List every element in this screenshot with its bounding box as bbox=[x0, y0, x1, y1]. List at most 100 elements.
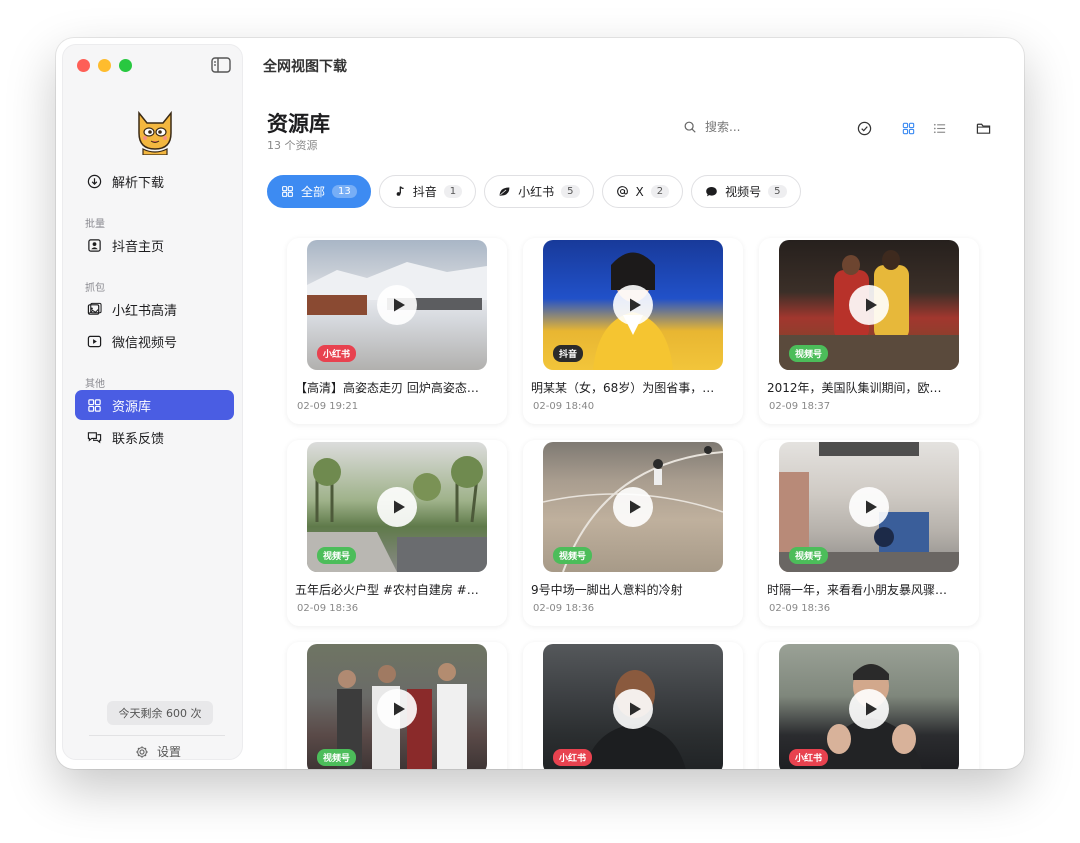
filter-label: 全部 bbox=[301, 185, 326, 199]
play-icon bbox=[865, 500, 877, 514]
filter-count: 13 bbox=[332, 185, 357, 198]
resource-card[interactable]: 视频号 2012年，美国队集训期间，欧文和… 02-09 18:37 bbox=[759, 238, 979, 424]
play-rectangle-icon bbox=[87, 335, 102, 347]
nav-douyin-home[interactable]: 抖音主页 bbox=[75, 230, 234, 260]
platform-badge: 视频号 bbox=[317, 547, 357, 564]
nav-label: 联系反馈 bbox=[112, 431, 165, 447]
play-button[interactable] bbox=[377, 285, 417, 325]
cat-logo-icon bbox=[135, 109, 175, 156]
zoom-window-button[interactable] bbox=[119, 59, 132, 72]
grid-icon bbox=[282, 186, 293, 197]
video-thumbnail: 小红书 bbox=[543, 644, 723, 769]
card-title: 【高清】高姿态走刃 回炉高姿态改顶胯 bbox=[295, 381, 479, 395]
resource-card[interactable]: 抖音 明某某（女，68岁）为图省事，从… 02-09 18:40 bbox=[523, 238, 743, 424]
section-capture-label: 抓包 bbox=[85, 283, 105, 294]
settings-label: 设置 bbox=[157, 745, 182, 759]
nav-feedback[interactable]: 联系反馈 bbox=[75, 422, 234, 452]
play-icon bbox=[629, 702, 641, 716]
resource-card[interactable]: 小红书 bbox=[759, 642, 979, 769]
nav-library[interactable]: 资源库 bbox=[75, 390, 234, 420]
section-batch-label: 批量 bbox=[85, 219, 105, 230]
gear-icon bbox=[136, 745, 148, 758]
play-button[interactable] bbox=[613, 285, 653, 325]
play-button[interactable] bbox=[849, 285, 889, 325]
music-note-icon bbox=[396, 186, 404, 196]
grid-icon bbox=[88, 398, 101, 412]
list-view-button[interactable] bbox=[930, 119, 948, 137]
platform-badge: 视频号 bbox=[789, 547, 829, 564]
resource-card[interactable]: 视频号 时隔一年，来看看小朋友暴风骤雨… 02-09 18:36 bbox=[759, 440, 979, 626]
card-title: 2012年，美国队集训期间，欧文和… bbox=[767, 381, 951, 395]
resource-card[interactable]: 小红书 【高清】高姿态走刃 回炉高姿态改顶胯 02-09 19:21 bbox=[287, 238, 507, 424]
folder-icon bbox=[976, 123, 990, 134]
filter-xiaohongshu[interactable]: 小红书 5 bbox=[484, 175, 594, 208]
nav-label: 资源库 bbox=[112, 399, 152, 415]
card-time: 02-09 18:36 bbox=[769, 603, 831, 614]
platform-badge: 视频号 bbox=[553, 547, 593, 564]
daily-quota-badge: 今天剩余 600 次 bbox=[107, 701, 213, 725]
window-controls bbox=[77, 59, 132, 72]
filter-count: 5 bbox=[768, 185, 787, 198]
platform-badge: 视频号 bbox=[317, 749, 357, 766]
resource-card[interactable]: 视频号 bbox=[287, 642, 507, 769]
photos-icon bbox=[87, 302, 102, 315]
video-thumbnail: 小红书 bbox=[779, 644, 959, 769]
card-time: 02-09 19:21 bbox=[297, 401, 359, 412]
search-input[interactable] bbox=[705, 120, 825, 134]
play-icon bbox=[393, 702, 405, 716]
platform-filters: 全部 13 抖音 1 小红书 5 X 2 视频号 5 bbox=[267, 175, 801, 208]
resource-card[interactable]: 视频号 五年后必火户型 #农村自建房 #现… 02-09 18:36 bbox=[287, 440, 507, 626]
select-mode-button[interactable] bbox=[855, 119, 873, 137]
sidebar-divider bbox=[89, 735, 225, 736]
settings-button[interactable]: 设置 bbox=[135, 743, 181, 760]
filter-shipinhao[interactable]: 视频号 5 bbox=[691, 175, 801, 208]
sidebar-toggle-icon[interactable] bbox=[211, 57, 231, 73]
nav-wechat-channels[interactable]: 微信视频号 bbox=[75, 326, 234, 356]
grid-view-button[interactable] bbox=[899, 119, 917, 137]
video-thumbnail: 视频号 bbox=[779, 240, 959, 370]
nav-label: 小红书高清 bbox=[112, 303, 178, 319]
grid-view-icon bbox=[902, 122, 914, 134]
video-thumbnail: 视频号 bbox=[307, 644, 487, 769]
play-icon bbox=[393, 500, 405, 514]
platform-badge: 视频号 bbox=[789, 345, 829, 362]
filter-label: 小红书 bbox=[518, 185, 555, 199]
filter-douyin[interactable]: 抖音 1 bbox=[378, 175, 477, 208]
play-button[interactable] bbox=[613, 689, 653, 729]
app-window: 解析下载 批量 抖音主页 抓包 小红书高清 微信视频号 其他 资源库 联系反馈 … bbox=[56, 38, 1024, 769]
page-title: 资源库 bbox=[267, 112, 330, 136]
video-thumbnail: 抖音 bbox=[543, 240, 723, 370]
video-thumbnail: 视频号 bbox=[543, 442, 723, 572]
play-button[interactable] bbox=[377, 689, 417, 729]
video-thumbnail: 小红书 bbox=[307, 240, 487, 370]
section-other-label: 其他 bbox=[85, 379, 105, 390]
filter-label: X bbox=[635, 184, 644, 199]
nav-xhs-hd[interactable]: 小红书高清 bbox=[75, 294, 234, 324]
play-button[interactable] bbox=[849, 487, 889, 527]
play-button[interactable] bbox=[613, 487, 653, 527]
minimize-window-button[interactable] bbox=[98, 59, 111, 72]
chat-bubbles-icon bbox=[87, 431, 102, 443]
nav-label: 抖音主页 bbox=[112, 239, 165, 255]
app-title: 全网视图下载 bbox=[263, 59, 347, 75]
checkmark-circle-icon bbox=[857, 121, 871, 135]
video-thumbnail: 视频号 bbox=[307, 442, 487, 572]
filter-all[interactable]: 全部 13 bbox=[267, 175, 371, 208]
resource-count: 13 个资源 bbox=[267, 139, 318, 152]
open-folder-button[interactable] bbox=[974, 119, 992, 137]
play-icon bbox=[865, 702, 877, 716]
close-window-button[interactable] bbox=[77, 59, 90, 72]
nav-label: 解析下载 bbox=[112, 175, 165, 191]
play-button[interactable] bbox=[377, 487, 417, 527]
video-thumbnail: 视频号 bbox=[779, 442, 959, 572]
list-view-icon bbox=[933, 123, 945, 133]
resource-card[interactable]: 视频号 9号中场一脚出人意料的冷射 02-09 18:36 bbox=[523, 440, 743, 626]
user-card-icon bbox=[88, 238, 101, 252]
card-time: 02-09 18:36 bbox=[533, 603, 595, 614]
nav-parse-download[interactable]: 解析下载 bbox=[75, 166, 234, 196]
play-icon bbox=[393, 298, 405, 312]
filter-x[interactable]: X 2 bbox=[601, 175, 684, 208]
play-button[interactable] bbox=[849, 689, 889, 729]
resource-card[interactable]: 小红书 bbox=[523, 642, 743, 769]
platform-badge: 小红书 bbox=[317, 345, 357, 362]
